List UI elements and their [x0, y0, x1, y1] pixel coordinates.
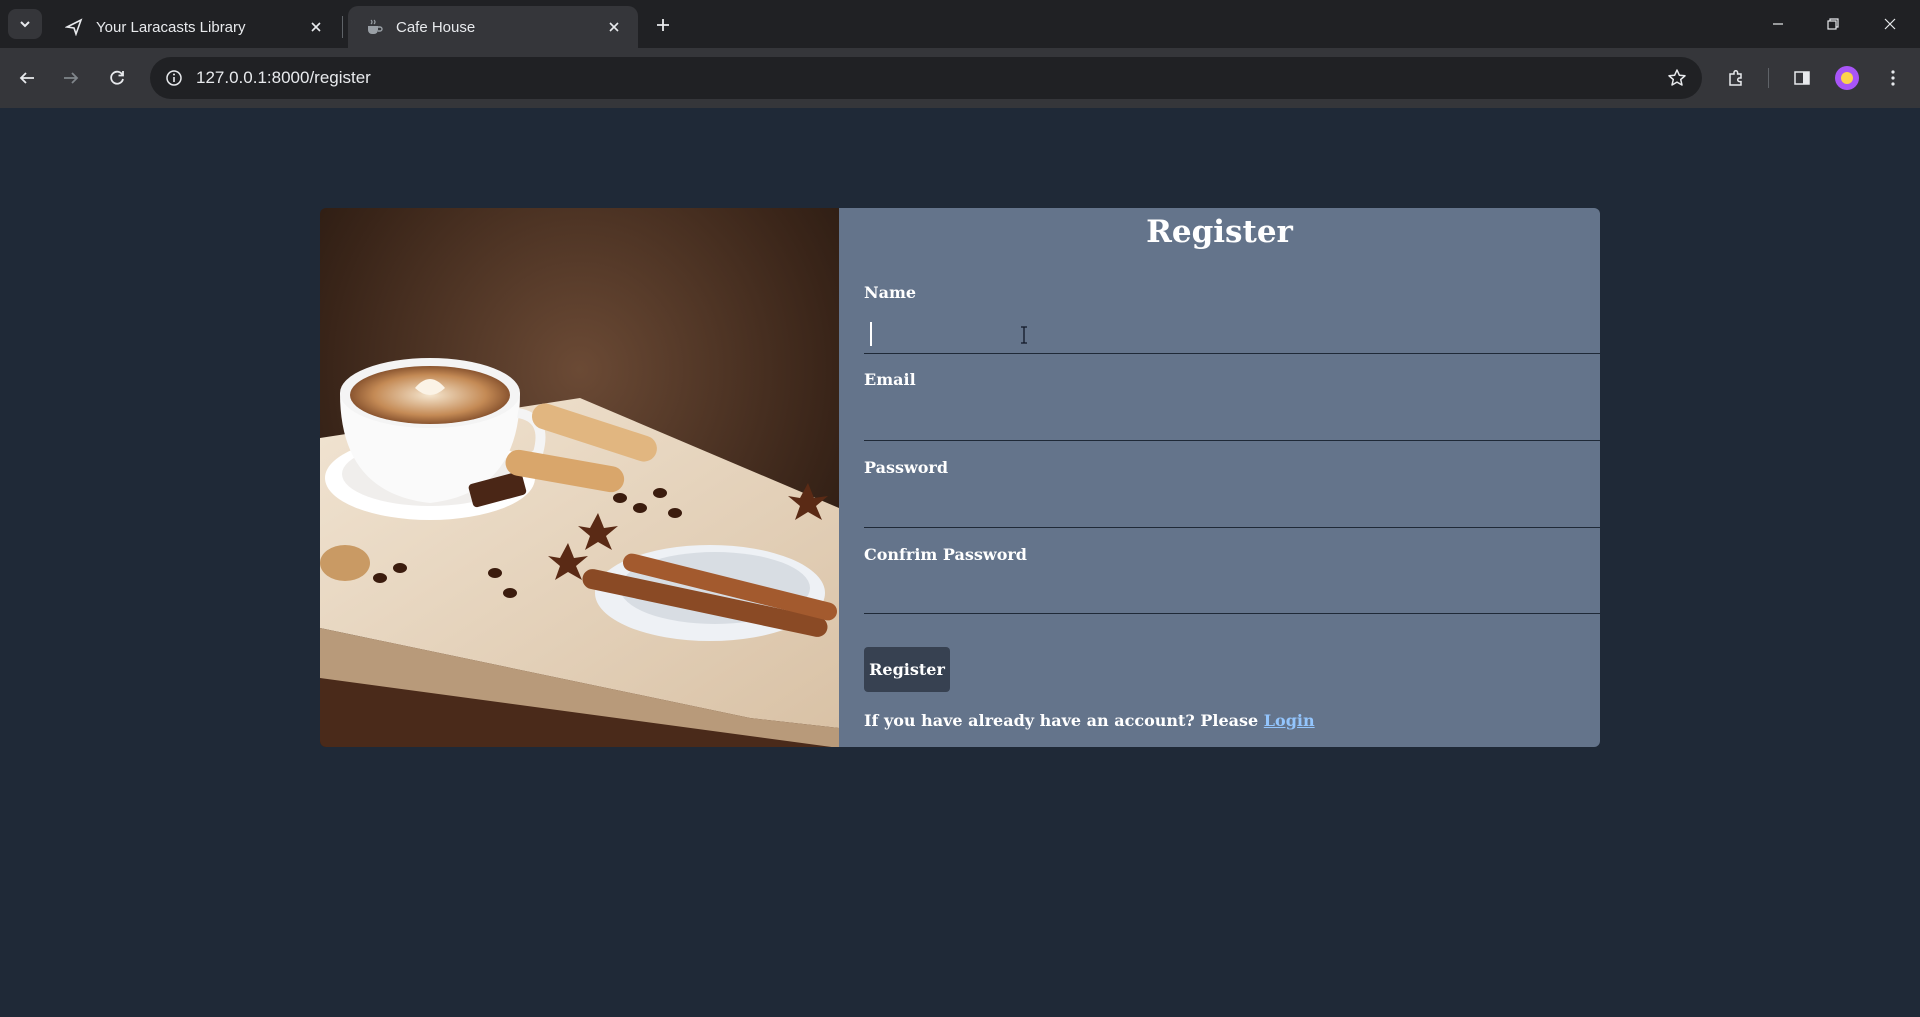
tab-cafe-house[interactable]: Cafe House — [348, 6, 638, 48]
tab-title: Cafe House — [396, 18, 476, 36]
arrow-right-icon — [64, 72, 79, 84]
new-tab-button[interactable] — [650, 12, 676, 38]
tab-search-button[interactable] — [8, 9, 42, 39]
page-title: Register — [1146, 214, 1293, 250]
close-icon — [1884, 18, 1896, 30]
confirm-password-label: Confrim Password — [864, 545, 1027, 564]
name-input[interactable] — [864, 314, 1600, 354]
cafe-favicon-icon — [364, 17, 384, 37]
extensions-button[interactable] — [1720, 62, 1752, 94]
tab-laracasts[interactable]: Your Laracasts Library — [48, 6, 340, 48]
register-card: Register Name Email Password Confrim Pas… — [320, 208, 1600, 747]
reload-button[interactable] — [101, 62, 133, 94]
password-input[interactable] — [864, 488, 1600, 528]
login-prompt: If you have already have an account? Ple… — [864, 711, 1315, 730]
browser-menu-button[interactable] — [1877, 62, 1909, 94]
tab-divider — [342, 16, 343, 38]
side-panel-icon — [1794, 71, 1810, 85]
side-panel-button[interactable] — [1786, 62, 1818, 94]
login-prompt-text: If you have already have an account? Ple… — [864, 711, 1259, 730]
address-bar[interactable]: 127.0.0.1:8000/register — [150, 57, 1702, 99]
email-input[interactable] — [864, 401, 1600, 441]
confirm-password-input[interactable] — [864, 574, 1600, 614]
url-text[interactable]: 127.0.0.1:8000/register — [196, 68, 371, 88]
bookmark-star-icon[interactable] — [1664, 65, 1690, 91]
tab-title: Your Laracasts Library — [96, 18, 246, 36]
avatar — [1835, 66, 1859, 90]
login-link[interactable]: Login — [1264, 711, 1315, 730]
close-icon[interactable] — [604, 17, 624, 37]
register-button[interactable]: Register — [864, 647, 950, 692]
text-caret — [870, 322, 872, 346]
minimize-icon — [1773, 23, 1783, 25]
chevron-down-icon — [20, 21, 30, 28]
forward-button[interactable] — [55, 62, 87, 94]
close-icon[interactable] — [306, 17, 326, 37]
back-button[interactable] — [11, 62, 43, 94]
coffee-photo — [320, 208, 839, 747]
more-vertical-icon — [1891, 70, 1895, 86]
site-info-icon[interactable] — [160, 64, 188, 92]
reload-icon — [110, 70, 124, 85]
profile-button[interactable] — [1831, 62, 1863, 94]
minimize-button[interactable] — [1750, 0, 1806, 48]
restore-button[interactable] — [1805, 0, 1861, 48]
browser-tab-bar: Your Laracasts Library Cafe House — [0, 0, 1920, 48]
password-label: Password — [864, 458, 949, 477]
plus-icon — [657, 19, 669, 31]
text-cursor-icon — [1021, 326, 1027, 344]
laracasts-favicon-icon — [64, 17, 84, 37]
restore-icon — [1827, 18, 1839, 30]
register-form: Register Name Email Password Confrim Pas… — [839, 208, 1600, 747]
browser-toolbar: 127.0.0.1:8000/register — [0, 48, 1920, 108]
arrow-left-icon — [19, 72, 34, 84]
toolbar-separator — [1768, 68, 1769, 88]
window-close-button[interactable] — [1862, 0, 1918, 48]
name-label: Name — [864, 283, 917, 302]
puzzle-icon — [1729, 69, 1742, 86]
email-label: Email — [864, 370, 916, 389]
